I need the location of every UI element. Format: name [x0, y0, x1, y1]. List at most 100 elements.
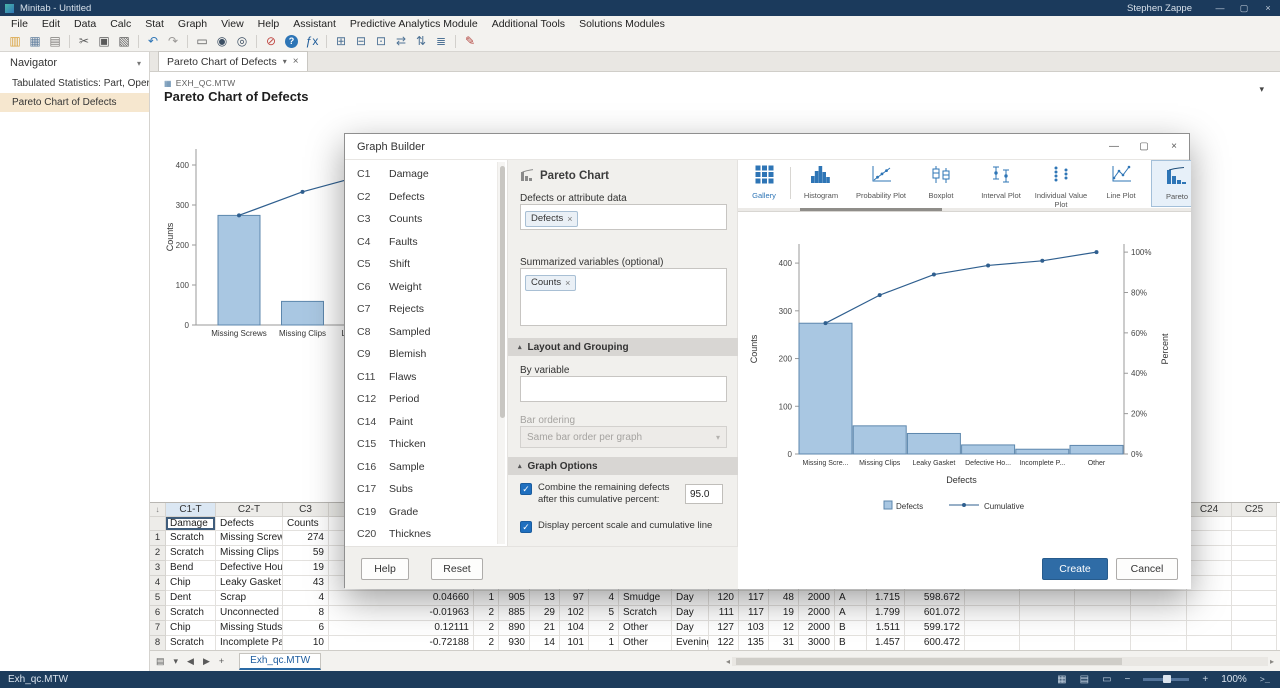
doc-tab-menu-icon[interactable]: ▾: [283, 57, 287, 66]
cell[interactable]: 122: [709, 636, 739, 650]
cell[interactable]: 885: [499, 606, 530, 621]
cell[interactable]: 905: [499, 591, 530, 606]
doc-tab-close-icon[interactable]: ×: [293, 56, 299, 67]
window-minimize-button[interactable]: —: [1208, 3, 1232, 13]
find-next-icon[interactable]: ◎: [232, 32, 252, 51]
cell[interactable]: 930: [499, 636, 530, 650]
dialog-close-button[interactable]: ×: [1159, 141, 1189, 152]
cell[interactable]: [1232, 606, 1277, 621]
cell[interactable]: 102: [560, 606, 589, 621]
column-c20[interactable]: C20Thicknes: [345, 523, 507, 546]
cell[interactable]: Leaky Gasket: [216, 576, 283, 591]
menu-solutions-modules[interactable]: Solutions Modules: [572, 18, 672, 30]
column-header-c24[interactable]: C24: [1187, 503, 1232, 517]
tab-pareto-chart-of-defects[interactable]: Pareto Chart of Defects ▾ ×: [158, 51, 308, 71]
combine-defects-checkbox[interactable]: ✓: [520, 483, 532, 495]
menu-assistant[interactable]: Assistant: [286, 18, 343, 30]
cell[interactable]: [1075, 606, 1131, 621]
cell[interactable]: [1232, 531, 1277, 546]
cell[interactable]: -0.72188: [329, 636, 474, 650]
cell[interactable]: 1.457: [867, 636, 905, 650]
cell[interactable]: 19: [283, 561, 329, 576]
cell[interactable]: B: [835, 636, 867, 650]
menu-view[interactable]: View: [214, 18, 251, 30]
dialog-minimize-button[interactable]: —: [1099, 141, 1129, 152]
chip-remove-icon[interactable]: ×: [567, 214, 572, 224]
cell[interactable]: Scrap: [216, 591, 283, 606]
cell[interactable]: Chip: [166, 621, 216, 636]
row-number-2[interactable]: 2: [150, 546, 166, 561]
column-header-c2-t[interactable]: C2-T: [216, 503, 283, 517]
cell[interactable]: Incomplete Part: [216, 636, 283, 650]
scroll-left-icon[interactable]: ◂: [726, 657, 730, 666]
stack-data-icon[interactable]: ≣: [431, 32, 451, 51]
column-c15[interactable]: C15Thicken: [345, 433, 507, 456]
command-line-icon[interactable]: >_: [1260, 675, 1270, 685]
cell[interactable]: 120: [709, 591, 739, 606]
zoom-in-icon[interactable]: +: [1202, 674, 1208, 685]
cell[interactable]: 97: [560, 591, 589, 606]
column-c5[interactable]: C5Shift: [345, 253, 507, 276]
cell[interactable]: 117: [739, 591, 769, 606]
sort-icon[interactable]: ⇅: [411, 32, 431, 51]
menu-edit[interactable]: Edit: [35, 18, 67, 30]
menu-additional-tools[interactable]: Additional Tools: [485, 18, 572, 30]
cancel-button[interactable]: Cancel: [1116, 558, 1178, 580]
cell[interactable]: Evening: [672, 636, 709, 650]
row-number-8[interactable]: 8: [150, 636, 166, 650]
cell[interactable]: [965, 621, 1020, 636]
cell[interactable]: [1232, 636, 1277, 650]
paste-icon[interactable]: ▧: [114, 32, 134, 51]
cell[interactable]: 104: [560, 621, 589, 636]
cell[interactable]: 13: [530, 591, 560, 606]
menu-help[interactable]: Help: [251, 18, 287, 30]
menu-calc[interactable]: Calc: [103, 18, 138, 30]
cell[interactable]: 2000: [799, 591, 835, 606]
status-worksheet-icon[interactable]: ▦: [1057, 674, 1066, 685]
gallery-item-pareto[interactable]: Pareto: [1151, 160, 1191, 207]
percent-scale-checkbox[interactable]: ✓: [520, 521, 532, 533]
save-project-icon[interactable]: ▦: [25, 32, 45, 51]
layout-grouping-section-header[interactable]: ▴ Layout and Grouping: [508, 338, 739, 356]
cut-icon[interactable]: ✂: [74, 32, 94, 51]
cell[interactable]: [1187, 531, 1232, 546]
cell[interactable]: Other: [619, 621, 672, 636]
counts-chip[interactable]: Counts ×: [525, 275, 576, 291]
dialog-title-bar[interactable]: Graph Builder — ▢ ×: [345, 134, 1189, 160]
menu-graph[interactable]: Graph: [171, 18, 214, 30]
copy-icon[interactable]: ▣: [94, 32, 114, 51]
column-c6[interactable]: C6Weight: [345, 276, 507, 299]
column-name-cell[interactable]: [1187, 517, 1232, 531]
cell[interactable]: 601.072: [905, 606, 965, 621]
cell[interactable]: 600.472: [905, 636, 965, 650]
menu-stat[interactable]: Stat: [138, 18, 171, 30]
column-c19[interactable]: C19Grade: [345, 501, 507, 524]
cumulative-percent-input[interactable]: [685, 484, 723, 504]
cell[interactable]: 3000: [799, 636, 835, 650]
help-icon[interactable]: ?: [285, 35, 298, 48]
cell[interactable]: [1020, 606, 1075, 621]
cell[interactable]: 0.12111: [329, 621, 474, 636]
cell[interactable]: 111: [709, 606, 739, 621]
gallery-item-boxplot[interactable]: Boxplot: [911, 160, 971, 207]
cell[interactable]: 1.799: [867, 606, 905, 621]
cell[interactable]: [965, 591, 1020, 606]
next-worksheet-icon[interactable]: ▶: [203, 656, 210, 667]
cell[interactable]: [1187, 546, 1232, 561]
select-all-corner[interactable]: ↓: [150, 503, 166, 517]
undo-icon[interactable]: ↶: [143, 32, 163, 51]
cell[interactable]: Scratch: [166, 546, 216, 561]
cell[interactable]: [1232, 546, 1277, 561]
column-c4[interactable]: C4Faults: [345, 231, 507, 254]
cell[interactable]: 5: [589, 606, 619, 621]
navigator-item-pareto-chart-of-defects[interactable]: Pareto Chart of Defects: [0, 93, 149, 112]
output-collapse-icon[interactable]: ▾: [1259, 84, 1264, 95]
cell[interactable]: [1020, 621, 1075, 636]
cell[interactable]: 1.511: [867, 621, 905, 636]
cell[interactable]: Missing Screws: [216, 531, 283, 546]
row-number-6[interactable]: 6: [150, 606, 166, 621]
column-header-c1-t[interactable]: C1-T: [166, 503, 216, 517]
dialog-maximize-button[interactable]: ▢: [1129, 141, 1159, 152]
cell[interactable]: 1: [474, 591, 499, 606]
column-name-cell[interactable]: [1232, 517, 1277, 531]
